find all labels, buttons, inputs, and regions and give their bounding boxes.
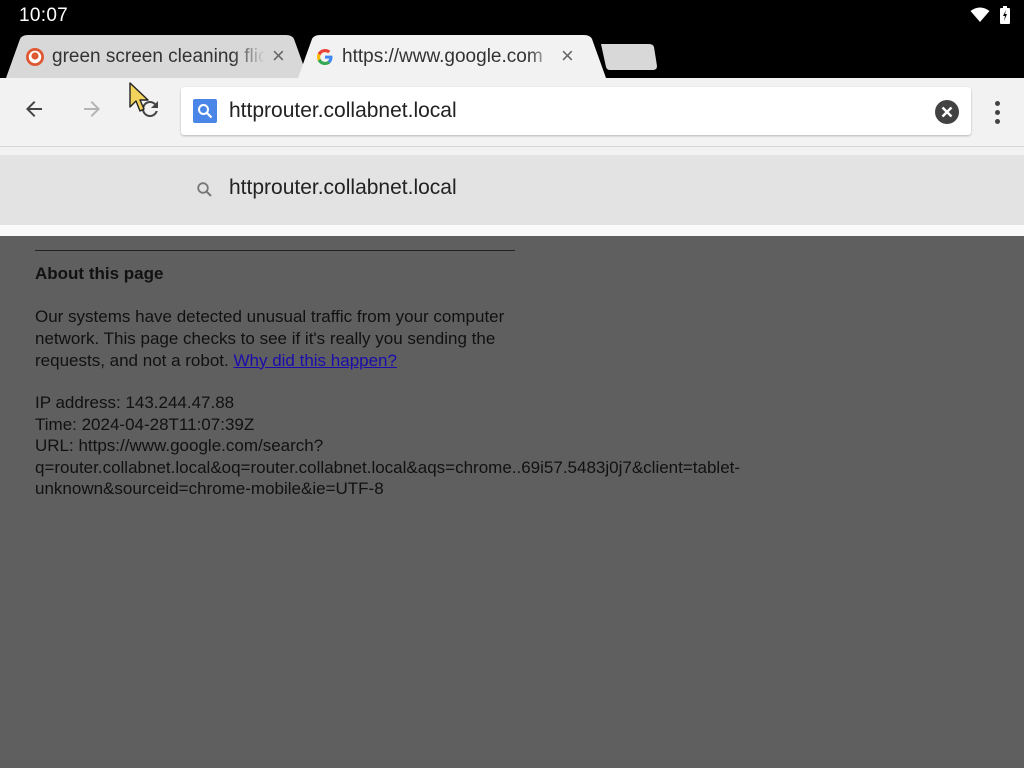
omnibox[interactable] bbox=[181, 87, 971, 135]
arrow-right-icon bbox=[80, 97, 104, 126]
why-did-this-happen-link[interactable]: Why did this happen? bbox=[233, 351, 397, 370]
close-icon[interactable]: × bbox=[272, 45, 285, 67]
tab-green-screen[interactable]: green screen cleaning flic × bbox=[6, 35, 308, 78]
forward-button[interactable] bbox=[72, 91, 112, 131]
tab-content: https://www.google.com bbox=[316, 35, 554, 78]
clear-icon[interactable] bbox=[934, 99, 960, 125]
tab-content: green screen cleaning flic bbox=[26, 35, 271, 78]
request-time: Time: 2024-04-28T11:07:39Z bbox=[35, 414, 255, 434]
arrow-left-icon bbox=[22, 97, 46, 126]
request-url-cont: unknown&sourceid=chrome-mobile&ie=UTF-8 bbox=[35, 479, 384, 498]
suggestion-item[interactable]: httprouter.collabnet.local bbox=[0, 155, 1024, 225]
tab-strip: green screen cleaning flic × https://www… bbox=[0, 32, 1024, 78]
divider bbox=[35, 250, 515, 251]
request-url: URL: https://www.google.com/search? bbox=[35, 436, 324, 455]
ip-address: IP address: 143.244.47.88 bbox=[35, 393, 235, 412]
search-icon bbox=[193, 99, 217, 123]
tab-title: https://www.google.com bbox=[342, 45, 543, 67]
mouse-pointer-icon bbox=[129, 82, 151, 119]
menu-dot bbox=[994, 118, 1000, 124]
battery-icon bbox=[1000, 6, 1010, 24]
tab-google[interactable]: https://www.google.com × bbox=[298, 35, 606, 78]
suggestion-text: httprouter.collabnet.local bbox=[229, 176, 457, 199]
status-bar: 10:07 bbox=[0, 0, 1024, 32]
url-input[interactable] bbox=[229, 95, 919, 127]
menu-dot bbox=[994, 100, 1000, 106]
status-time: 10:07 bbox=[19, 5, 69, 26]
page-heading: About this page bbox=[35, 264, 164, 283]
more-vert-icon[interactable] bbox=[984, 92, 1010, 132]
google-icon bbox=[316, 48, 334, 66]
request-info: IP address: 143.244.47.88 Time: 2024-04-… bbox=[35, 392, 815, 500]
page-content: About this page Our systems have detecte… bbox=[0, 236, 1024, 768]
toolbar bbox=[0, 78, 1024, 146]
close-icon[interactable]: × bbox=[561, 45, 574, 67]
search-icon bbox=[196, 181, 214, 204]
suggestion-dropdown: httprouter.collabnet.local bbox=[0, 146, 1024, 237]
page-body: Our systems have detected unusual traffi… bbox=[35, 306, 525, 372]
request-url-cont: q=router.collabnet.local&oq=router.colla… bbox=[35, 457, 741, 477]
duckduckgo-icon bbox=[26, 47, 44, 66]
menu-dot bbox=[994, 109, 1000, 115]
back-button[interactable] bbox=[14, 91, 54, 131]
status-icons bbox=[970, 6, 1010, 24]
tab-title: green screen cleaning flic bbox=[52, 45, 265, 67]
new-tab-button[interactable] bbox=[601, 44, 657, 70]
wifi-icon bbox=[970, 7, 990, 23]
